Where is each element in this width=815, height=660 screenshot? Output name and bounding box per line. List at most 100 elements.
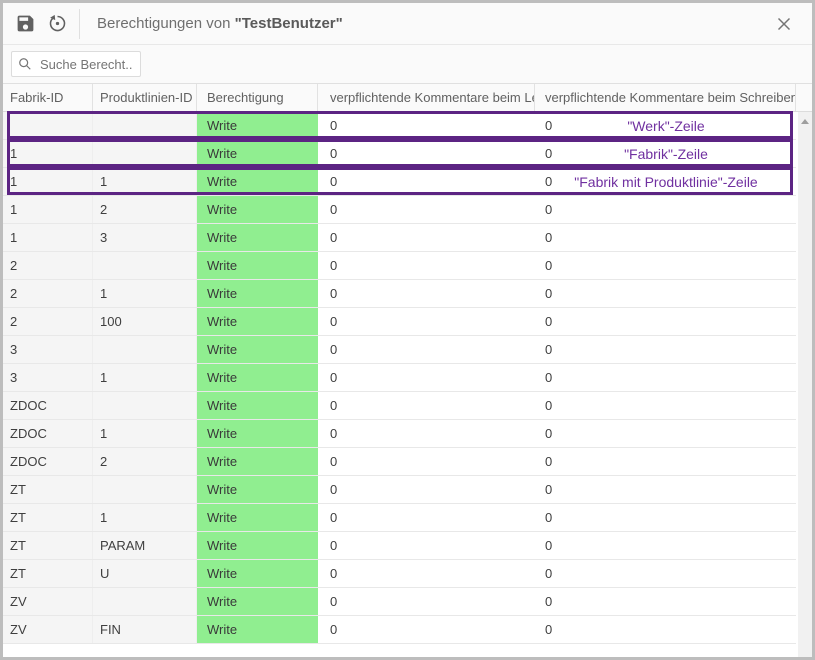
cell-kommentare-schreiben[interactable]: 0 — [535, 168, 796, 195]
table-row[interactable]: 3 Write 0 0 — [3, 336, 796, 364]
table-row[interactable]: 2 1 Write 0 0 — [3, 280, 796, 308]
table-row[interactable]: ZT Write 0 0 — [3, 476, 796, 504]
cell-berechtigung[interactable]: Write — [197, 280, 318, 307]
cell-berechtigung[interactable]: Write — [197, 112, 318, 139]
cell-kommentare-schreiben[interactable]: 0 — [535, 280, 796, 307]
table-row[interactable]: 2 Write 0 0 — [3, 252, 796, 280]
cell-produktlinien-id[interactable]: FIN — [93, 616, 197, 643]
cell-fabrik-id[interactable]: ZV — [3, 616, 93, 643]
cell-kommentare-lesen[interactable]: 0 — [318, 616, 535, 643]
cell-berechtigung[interactable]: Write — [197, 252, 318, 279]
cell-produktlinien-id[interactable]: 2 — [93, 196, 197, 223]
cell-produktlinien-id[interactable] — [93, 140, 197, 167]
cell-kommentare-schreiben[interactable]: 0 — [535, 476, 796, 503]
cell-kommentare-schreiben[interactable]: 0 — [535, 224, 796, 251]
cell-kommentare-lesen[interactable]: 0 — [318, 280, 535, 307]
cell-berechtigung[interactable]: Write — [197, 504, 318, 531]
table-row[interactable]: 3 1 Write 0 0 — [3, 364, 796, 392]
search-box[interactable] — [11, 51, 141, 77]
cell-kommentare-lesen[interactable]: 0 — [318, 168, 535, 195]
cell-berechtigung[interactable]: Write — [197, 196, 318, 223]
save-button[interactable] — [9, 8, 41, 40]
cell-produktlinien-id[interactable] — [93, 588, 197, 615]
cell-kommentare-schreiben[interactable]: 0 — [535, 392, 796, 419]
cell-produktlinien-id[interactable] — [93, 112, 197, 139]
cell-kommentare-lesen[interactable]: 0 — [318, 476, 535, 503]
cell-kommentare-lesen[interactable]: 0 — [318, 112, 535, 139]
cell-produktlinien-id[interactable] — [93, 336, 197, 363]
cell-fabrik-id[interactable]: 1 — [3, 224, 93, 251]
table-row[interactable]: 2 100 Write 0 0 — [3, 308, 796, 336]
cell-kommentare-lesen[interactable]: 0 — [318, 252, 535, 279]
cell-kommentare-lesen[interactable]: 0 — [318, 196, 535, 223]
cell-produktlinien-id[interactable] — [93, 252, 197, 279]
cell-kommentare-schreiben[interactable]: 0 — [535, 364, 796, 391]
cell-berechtigung[interactable]: Write — [197, 560, 318, 587]
cell-berechtigung[interactable]: Write — [197, 532, 318, 559]
cell-fabrik-id[interactable]: ZT — [3, 476, 93, 503]
cell-fabrik-id[interactable]: 3 — [3, 336, 93, 363]
cell-berechtigung[interactable]: Write — [197, 616, 318, 643]
table-row[interactable]: ZT PARAM Write 0 0 — [3, 532, 796, 560]
cell-kommentare-lesen[interactable]: 0 — [318, 336, 535, 363]
cell-produktlinien-id[interactable]: 2 — [93, 448, 197, 475]
cell-fabrik-id[interactable]: 3 — [3, 364, 93, 391]
cell-fabrik-id[interactable]: ZDOC — [3, 448, 93, 475]
cell-kommentare-schreiben[interactable]: 0 — [535, 140, 796, 167]
cell-kommentare-schreiben[interactable]: 0 — [535, 336, 796, 363]
cell-produktlinien-id[interactable] — [93, 476, 197, 503]
cell-berechtigung[interactable]: Write — [197, 392, 318, 419]
restore-button[interactable] — [41, 8, 73, 40]
cell-kommentare-lesen[interactable]: 0 — [318, 140, 535, 167]
cell-produktlinien-id[interactable]: 3 — [93, 224, 197, 251]
cell-kommentare-schreiben[interactable]: 0 — [535, 588, 796, 615]
cell-berechtigung[interactable]: Write — [197, 168, 318, 195]
table-row[interactable]: ZDOC Write 0 0 — [3, 392, 796, 420]
cell-kommentare-schreiben[interactable]: 0 — [535, 532, 796, 559]
cell-berechtigung[interactable]: Write — [197, 420, 318, 447]
cell-kommentare-lesen[interactable]: 0 — [318, 364, 535, 391]
cell-kommentare-schreiben[interactable]: 0 — [535, 616, 796, 643]
cell-kommentare-lesen[interactable]: 0 — [318, 532, 535, 559]
scroll-up-icon[interactable] — [801, 119, 809, 124]
cell-fabrik-id[interactable]: 1 — [3, 168, 93, 195]
cell-produktlinien-id[interactable] — [93, 392, 197, 419]
cell-kommentare-schreiben[interactable]: 0 — [535, 308, 796, 335]
cell-fabrik-id[interactable]: ZT — [3, 560, 93, 587]
cell-kommentare-schreiben[interactable]: 0 — [535, 504, 796, 531]
cell-berechtigung[interactable]: Write — [197, 588, 318, 615]
table-row[interactable]: 1 1 Write 0 0 "Fabrik mit Produktlinie"-… — [3, 168, 796, 196]
cell-berechtigung[interactable]: Write — [197, 140, 318, 167]
table-row[interactable]: 1 Write 0 0 "Fabrik"-Zeile — [3, 140, 796, 168]
cell-berechtigung[interactable]: Write — [197, 476, 318, 503]
cell-fabrik-id[interactable]: ZDOC — [3, 392, 93, 419]
cell-kommentare-lesen[interactable]: 0 — [318, 588, 535, 615]
cell-kommentare-schreiben[interactable]: 0 — [535, 112, 796, 139]
cell-produktlinien-id[interactable]: 1 — [93, 420, 197, 447]
cell-kommentare-schreiben[interactable]: 0 — [535, 420, 796, 447]
cell-kommentare-lesen[interactable]: 0 — [318, 224, 535, 251]
cell-kommentare-schreiben[interactable]: 0 — [535, 448, 796, 475]
cell-produktlinien-id[interactable]: 100 — [93, 308, 197, 335]
cell-kommentare-schreiben[interactable]: 0 — [535, 196, 796, 223]
cell-produktlinien-id[interactable]: U — [93, 560, 197, 587]
vertical-scrollbar[interactable] — [798, 112, 812, 657]
cell-produktlinien-id[interactable]: 1 — [93, 280, 197, 307]
cell-kommentare-schreiben[interactable]: 0 — [535, 252, 796, 279]
cell-berechtigung[interactable]: Write — [197, 336, 318, 363]
table-row[interactable]: 1 2 Write 0 0 — [3, 196, 796, 224]
cell-berechtigung[interactable]: Write — [197, 448, 318, 475]
table-row[interactable]: ZDOC 2 Write 0 0 — [3, 448, 796, 476]
cell-kommentare-lesen[interactable]: 0 — [318, 504, 535, 531]
table-row[interactable]: Write 0 0 "Werk"-Zeile — [3, 112, 796, 140]
close-button[interactable] — [768, 8, 800, 40]
cell-fabrik-id[interactable]: 1 — [3, 140, 93, 167]
cell-berechtigung[interactable]: Write — [197, 364, 318, 391]
cell-fabrik-id[interactable]: 2 — [3, 252, 93, 279]
cell-berechtigung[interactable]: Write — [197, 224, 318, 251]
cell-berechtigung[interactable]: Write — [197, 308, 318, 335]
cell-kommentare-lesen[interactable]: 0 — [318, 308, 535, 335]
search-input[interactable] — [38, 56, 134, 73]
cell-kommentare-lesen[interactable]: 0 — [318, 448, 535, 475]
cell-fabrik-id[interactable]: 2 — [3, 308, 93, 335]
